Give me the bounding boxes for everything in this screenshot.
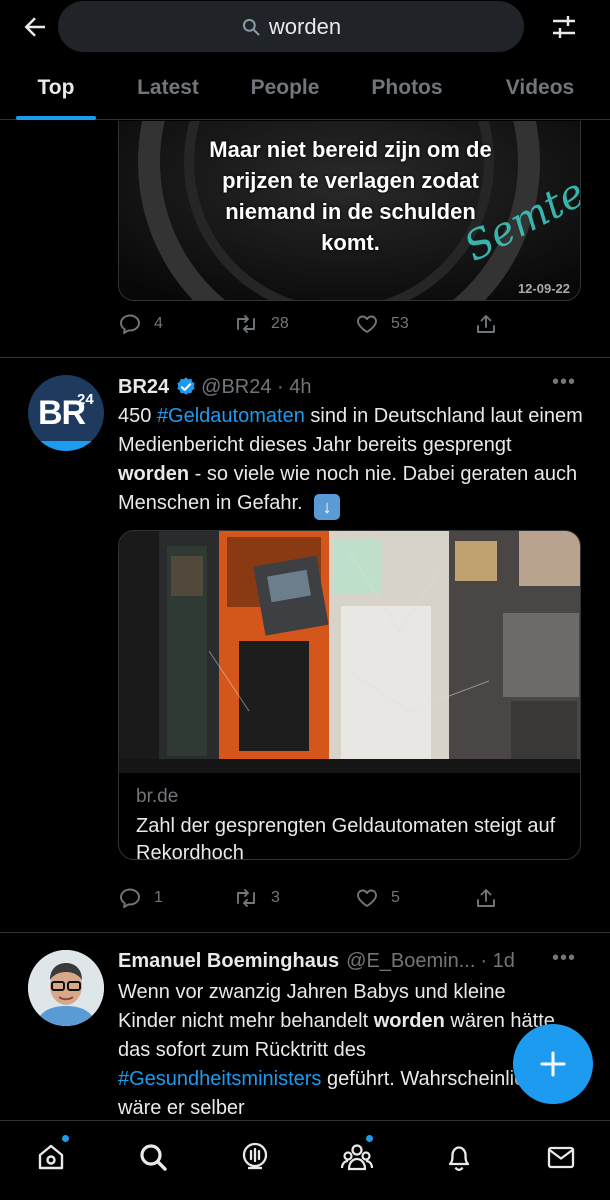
avatar-logo-sup: 24	[77, 391, 94, 408]
tweet-actions: 4 28 53	[118, 312, 498, 342]
author-handle: @E_Boemin...	[346, 949, 476, 972]
like-count: 53	[391, 315, 409, 332]
tab-photos[interactable]: Photos	[360, 60, 454, 120]
tweet-actions: 1 3 5	[118, 886, 498, 916]
reply-count: 4	[154, 315, 163, 332]
search-filter-button[interactable]	[544, 10, 584, 44]
avatar-br24[interactable]: BR 24	[28, 375, 104, 451]
tab-videos[interactable]: Videos	[496, 60, 584, 120]
messages-icon	[547, 1146, 575, 1169]
reply-icon	[120, 314, 140, 334]
person-portrait	[28, 950, 104, 1026]
nav-notifications[interactable]	[434, 1135, 484, 1179]
retweet-count: 3	[271, 889, 280, 906]
tweet-header: BR24 @BR24 · 4h	[118, 373, 312, 401]
share-icon	[477, 315, 495, 333]
more-options-icon[interactable]: •••	[552, 371, 576, 394]
search-query: worden	[268, 13, 342, 39]
tweet-image[interactable]: Maar niet bereid zijn om de prijzen te v…	[118, 121, 581, 301]
reply-button[interactable]: 1	[118, 886, 163, 910]
author-name[interactable]: Emanuel Boeminghaus	[118, 950, 339, 973]
tab-photos-label: Photos	[371, 76, 443, 99]
search-tabs: Top Latest People Photos Videos	[0, 60, 610, 120]
heart-icon	[357, 315, 377, 333]
bottom-navigation	[0, 1120, 610, 1200]
tab-latest[interactable]: Latest	[122, 60, 214, 120]
tweet-text: 450 #Geldautomaten sind in Deutschland l…	[118, 402, 588, 520]
compose-tweet-button[interactable]	[513, 1024, 593, 1104]
avatar-stripe	[28, 441, 104, 451]
back-button[interactable]	[14, 10, 56, 44]
share-button[interactable]	[474, 312, 510, 336]
sliders-icon	[553, 16, 575, 38]
nav-home[interactable]	[26, 1134, 76, 1179]
search-input[interactable]: worden	[58, 1, 524, 52]
reply-button[interactable]: 4	[118, 312, 163, 336]
communities-icon	[340, 1144, 374, 1171]
share-button[interactable]	[474, 886, 510, 910]
more-options-icon[interactable]: •••	[552, 947, 576, 970]
heart-icon	[357, 889, 377, 907]
like-button[interactable]: 5	[355, 886, 400, 910]
nav-spaces[interactable]	[230, 1135, 280, 1179]
tweet-divider	[0, 357, 610, 358]
retweet-button[interactable]: 3	[233, 886, 280, 910]
notifications-icon	[448, 1146, 470, 1171]
spaces-icon	[242, 1142, 268, 1170]
share-icon	[477, 889, 495, 907]
search-icon	[140, 1144, 167, 1171]
author-name[interactable]: BR24	[118, 376, 169, 399]
retweet-icon	[237, 889, 255, 907]
reply-count: 1	[154, 889, 163, 906]
tweet-text-part: 450	[118, 405, 157, 427]
meme-line-2: prijzen te verlagen zodat	[222, 168, 479, 193]
tweet-header: Emanuel Boeminghaus @E_Boemin... · 1d	[118, 947, 515, 975]
tab-videos-label: Videos	[505, 76, 575, 99]
retweet-icon	[237, 315, 255, 333]
arrow-left-icon	[24, 17, 45, 37]
nav-search[interactable]	[128, 1135, 178, 1179]
tweet-divider	[0, 932, 610, 933]
notification-dot	[61, 1134, 70, 1143]
home-icon	[38, 1144, 64, 1170]
avatar-emanuel[interactable]	[28, 950, 104, 1026]
author-handle-time: @BR24 · 4h	[201, 375, 312, 398]
link-title: Zahl der gesprengten Geldautomaten steig…	[136, 815, 556, 860]
tweet-text: Wenn vor zwanzig Jahren Babys und kleine…	[118, 978, 563, 1120]
tab-top[interactable]: Top	[16, 60, 96, 120]
image-date: 12-09-22	[517, 281, 570, 296]
link-card[interactable]: br.de Zahl der gesprengten Geldautomaten…	[118, 530, 581, 860]
tab-top-label: Top	[37, 76, 75, 99]
retweet-button[interactable]: 28	[233, 312, 289, 336]
atm-explosion-photo	[119, 531, 580, 773]
tab-latest-label: Latest	[137, 76, 199, 99]
retweet-count: 28	[271, 315, 289, 332]
meme-line-1: Maar niet bereid zijn om de	[209, 137, 492, 162]
nav-communities[interactable]	[332, 1134, 382, 1179]
hashtag-link[interactable]: #Gesundheitsministers	[118, 1068, 321, 1090]
tab-people-label: People	[250, 76, 320, 99]
header: worden Top Latest People Photos Videos	[0, 0, 610, 120]
like-count: 5	[391, 889, 400, 906]
like-button[interactable]: 53	[355, 312, 409, 336]
hashtag-link[interactable]: #Geldautomaten	[157, 405, 305, 427]
notification-dot	[365, 1134, 374, 1143]
link-domain: br.de	[136, 786, 179, 807]
plus-icon	[540, 1051, 566, 1077]
search-results-feed: Maar niet bereid zijn om de prijzen te v…	[0, 121, 610, 1120]
tab-people[interactable]: People	[240, 60, 330, 120]
active-tab-indicator	[16, 116, 96, 120]
search-icon	[241, 17, 261, 37]
down-arrow-emoji-icon: ↓	[314, 494, 341, 520]
highlighted-search-term: worden	[118, 463, 190, 485]
nav-messages[interactable]	[536, 1135, 586, 1179]
reply-icon	[120, 888, 140, 908]
verified-badge-icon	[177, 377, 195, 395]
highlighted-search-term: worden	[373, 1010, 445, 1032]
tweet-time: · 1d	[480, 949, 515, 972]
